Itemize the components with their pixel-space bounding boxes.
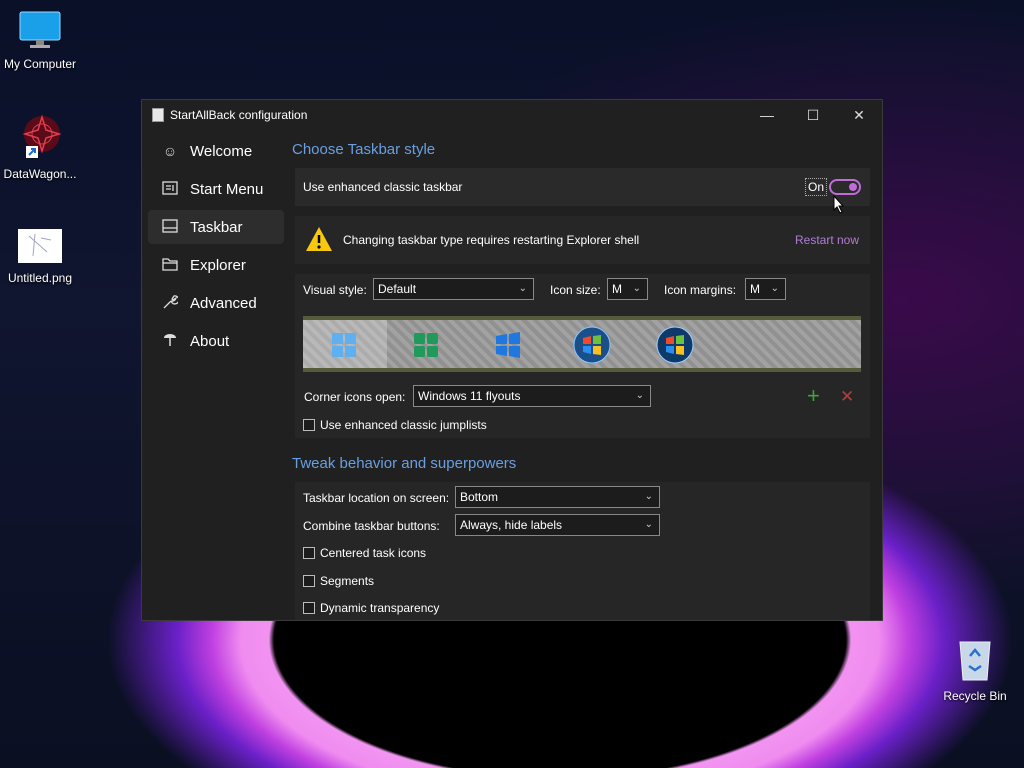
windows-8-green-logo-icon[interactable] (413, 332, 439, 358)
enhanced-taskbar-label: Use enhanced classic taskbar (303, 180, 463, 194)
enhanced-jumplists-checkbox[interactable]: Use enhanced classic jumplists (303, 418, 487, 432)
sidebar-nav: ☺ Welcome Start Menu Taskbar Explorer Ad… (148, 134, 284, 362)
desktop-icon-recycle-bin[interactable]: Recycle Bin (935, 638, 1015, 703)
dynamic-transparency-checkbox[interactable]: Dynamic transparency (303, 601, 439, 615)
desktop-icon-label: Recycle Bin (943, 689, 1007, 703)
chevron-down-icon: ⌄ (635, 390, 644, 401)
sidebar-item-about[interactable]: About (148, 324, 284, 358)
section-title-tweak: Tweak behavior and superpowers (292, 455, 517, 472)
chevron-down-icon: ⌄ (518, 283, 527, 294)
checkbox-box (303, 575, 315, 587)
window-title: StartAllBack configuration (170, 108, 308, 122)
sidebar-item-start-menu[interactable]: Start Menu (148, 172, 284, 206)
sidebar-item-advanced[interactable]: Advanced (148, 286, 284, 320)
taskbar-location-label: Taskbar location on screen: (303, 491, 450, 505)
section-title-taskbar-style: Choose Taskbar style (292, 141, 436, 158)
smile-icon: ☺ (162, 143, 178, 159)
sidebar-item-label: Taskbar (190, 218, 243, 236)
checkbox-label: Dynamic transparency (320, 601, 440, 615)
sidebar-item-label: Start Menu (190, 180, 264, 198)
sidebar-item-label: Explorer (190, 256, 246, 274)
checkbox-box (303, 419, 315, 431)
corner-icons-label: Corner icons open: (304, 390, 406, 404)
close-button[interactable]: ✕ (836, 100, 882, 130)
start-menu-icon (160, 180, 180, 198)
app-icon (152, 108, 164, 122)
checkbox-box (303, 602, 315, 614)
taskbar-icon (160, 218, 180, 236)
windows-10-logo-icon[interactable] (495, 332, 521, 358)
about-icon (160, 332, 180, 351)
checkbox-label: Segments (320, 574, 375, 588)
recycle-bin-icon (935, 638, 1015, 685)
toggle-state-label: On (805, 178, 828, 196)
title-bar[interactable]: StartAllBack configuration — ☐ ✕ (142, 100, 882, 130)
dropdown-value: Windows 11 flyouts (418, 389, 521, 403)
desktop-icon-untitled-png[interactable]: Untitled.png (0, 228, 80, 285)
checkbox-label: Centered task icons (320, 546, 427, 560)
visual-style-label: Visual style: (303, 283, 367, 297)
checkbox-box (303, 547, 315, 559)
taskbar-style-preview (303, 316, 861, 372)
toggle-knob (849, 183, 857, 191)
sidebar-item-taskbar[interactable]: Taskbar (148, 210, 284, 244)
restart-now-link[interactable]: Restart now (795, 233, 859, 247)
image-file-icon (0, 228, 80, 267)
dropdown-value: M (612, 282, 622, 296)
desktop-icon-label: Untitled.png (7, 271, 73, 285)
chevron-down-icon: ⌄ (644, 491, 653, 502)
datawagon-icon (0, 114, 80, 163)
chevron-down-icon: ⌄ (770, 283, 779, 294)
desktop-icon-label: DataWagon... (3, 167, 77, 181)
remove-icon[interactable]: ✕ (840, 386, 854, 408)
desktop-icon-datawagon[interactable]: DataWagon... (0, 114, 80, 181)
wrench-icon (160, 294, 180, 313)
windows-11-logo-icon[interactable] (331, 332, 357, 358)
centered-icons-checkbox[interactable]: Centered task icons (303, 546, 426, 560)
sidebar-item-explorer[interactable]: Explorer (148, 248, 284, 282)
enhanced-taskbar-toggle[interactable] (829, 179, 861, 195)
computer-icon (0, 10, 80, 53)
chevron-down-icon: ⌄ (632, 283, 641, 294)
windows-7-orb-icon[interactable] (573, 326, 611, 364)
icon-margins-dropdown[interactable]: M ⌄ (745, 278, 786, 300)
sidebar-item-welcome[interactable]: ☺ Welcome (148, 134, 284, 168)
combine-buttons-dropdown[interactable]: Always, hide labels ⌄ (455, 514, 660, 536)
maximize-button[interactable]: ☐ (790, 100, 836, 130)
folder-icon (160, 257, 180, 274)
minimize-button[interactable]: — (744, 100, 790, 130)
dropdown-value: Always, hide labels (460, 518, 563, 532)
windows-vista-orb-icon[interactable] (656, 326, 694, 364)
warning-icon (305, 225, 333, 258)
combine-buttons-label: Combine taskbar buttons: (303, 519, 440, 533)
visual-style-dropdown[interactable]: Default ⌄ (373, 278, 534, 300)
dropdown-value: Default (378, 282, 417, 296)
chevron-down-icon: ⌄ (644, 519, 653, 530)
sidebar-item-label: Advanced (190, 294, 257, 312)
desktop-icon-my-computer[interactable]: My Computer (0, 10, 80, 71)
dropdown-value: Bottom (460, 490, 499, 504)
desktop-icon-label: My Computer (3, 57, 77, 71)
icon-size-dropdown[interactable]: M ⌄ (607, 278, 648, 300)
dropdown-value: M (750, 282, 760, 296)
segments-checkbox[interactable]: Segments (303, 574, 374, 588)
checkbox-label: Use enhanced classic jumplists (320, 418, 487, 432)
sidebar-item-label: Welcome (190, 142, 253, 160)
warning-text: Changing taskbar type requires restartin… (343, 233, 640, 247)
icon-size-label: Icon size: (550, 283, 601, 297)
corner-icons-dropdown[interactable]: Windows 11 flyouts ⌄ (413, 385, 651, 407)
icon-margins-label: Icon margins: (664, 283, 737, 297)
taskbar-location-dropdown[interactable]: Bottom ⌄ (455, 486, 660, 508)
add-icon[interactable]: + (807, 385, 820, 407)
sidebar-item-label: About (190, 332, 230, 350)
